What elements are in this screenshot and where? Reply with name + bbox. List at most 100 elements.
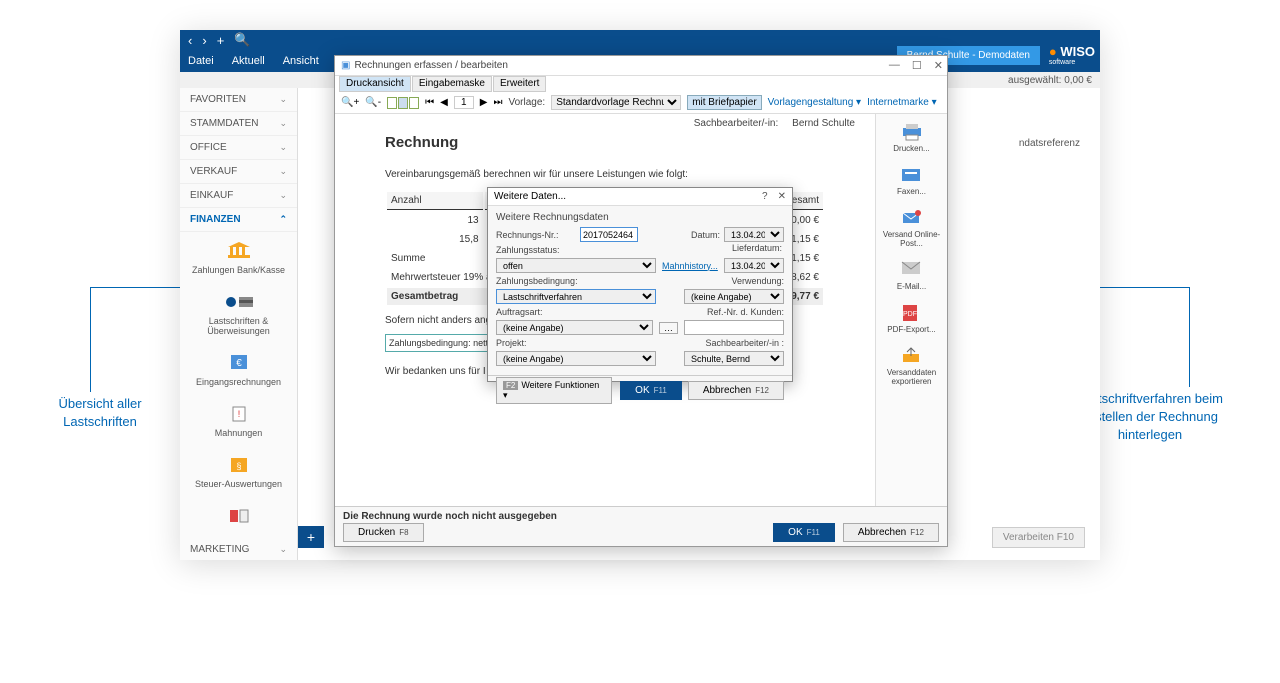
dialog2-title-bar: Weitere Daten... ?✕ [488,188,792,206]
last-page-icon[interactable]: ⏭ [493,97,502,108]
mahnhistory-link[interactable]: Mahnhistory... [662,261,718,271]
internetmarke-link[interactable]: Internetmarke ▾ [867,97,937,108]
page-layout-2-icon[interactable] [398,97,408,109]
sidebar-item-zahlungen[interactable]: Zahlungen Bank/Kasse [180,232,297,283]
datum-select[interactable]: 13.04.2018 [724,227,784,242]
action-email[interactable]: E-Mail... [878,260,945,291]
help-icon[interactable]: ? [762,191,768,202]
fax-icon [900,165,924,185]
menu-datei[interactable]: Datei [188,55,214,67]
sidebar-group-stammdaten[interactable]: STAMMDATEN⌄ [180,112,297,136]
sidebar: FAVORITEN⌄ STAMMDATEN⌄ OFFICE⌄ VERKAUF⌄ … [180,88,298,560]
verwendung-select[interactable]: (keine Angabe) [684,289,784,304]
page-layout-3-icon[interactable] [409,97,419,109]
zoom-in-icon[interactable]: 🔍+ [341,97,359,108]
vorlage-select[interactable]: Standardvorlage Rechnung [551,95,681,110]
svg-text:!: ! [237,409,240,419]
page-layout-1-icon[interactable] [387,97,397,109]
bank-icon [225,240,253,262]
pdf-icon: PDF [900,303,924,323]
add-button[interactable]: + [298,526,324,548]
invoice-in-icon: € [225,352,253,374]
projekt-select[interactable]: (keine Angabe) [496,351,656,366]
tab-erweitert[interactable]: Erweitert [493,76,546,92]
zahlungsstatus-label: Zahlungsstatus: [496,245,574,255]
sidebar-group-office[interactable]: OFFICE⌄ [180,136,297,160]
sidebar-item-lastschriften[interactable]: Lastschriften & Überweisungen [180,283,297,344]
dialog-footer: Die Rechnung wurde noch nicht ausgegeben… [335,506,947,546]
dialog-title-bar: ▣ Rechnungen erfassen / bearbeiten —☐✕ [335,56,947,76]
reminder-icon: ! [225,403,253,425]
rechnungsnr-input[interactable] [580,227,638,242]
verarbeiten-button[interactable]: Verarbeiten F10 [992,527,1085,548]
transfer-icon [225,291,253,313]
prev-page-icon[interactable]: ◀ [440,97,448,108]
add-icon[interactable]: + [217,33,225,48]
ellipsis-button[interactable]: … [659,322,678,334]
sidebar-item-more[interactable] [180,497,297,538]
dialog2-abbrechen-button[interactable]: AbbrechenF12 [688,381,784,400]
chevron-down-icon: ⌄ [279,166,287,177]
minimize-icon[interactable]: — [889,59,900,72]
sidebar-group-marketing[interactable]: MARKETING⌄ [180,538,297,560]
lieferdatum-select[interactable]: 13.04.2018 [724,258,784,273]
refnr-input[interactable] [684,320,784,335]
maximize-icon[interactable]: ☐ [912,59,922,72]
app-icon: ▣ [341,60,350,71]
dialog-tabs: Druckansicht Eingabemaske Erweitert [335,76,947,92]
export-icon [900,346,924,366]
dialog2-ok-button[interactable]: OKF11 [620,381,682,400]
briefpapier-toggle[interactable]: mit Briefpapier [687,95,761,110]
ok-button[interactable]: OKF11 [773,523,835,542]
chevron-down-icon: ⌄ [279,544,287,555]
zoom-out-icon[interactable]: 🔍- [365,97,381,108]
menu-ansicht[interactable]: Ansicht [283,55,319,67]
nav-back-icon[interactable]: ‹ [188,33,192,48]
weitere-funktionen-button[interactable]: F2Weitere Funktionen ▾ [496,377,612,404]
menu-aktuell[interactable]: Aktuell [232,55,265,67]
sidebar-item-eingangsrechnungen[interactable]: €Eingangsrechnungen [180,344,297,395]
chevron-down-icon: ⌄ [279,142,287,153]
zahlungsstatus-select[interactable]: offen [496,258,656,273]
sachbearbeiter-select[interactable]: Schulte, Bernd [684,351,784,366]
action-drucken[interactable]: Drucken... [878,122,945,153]
book-icon [225,505,253,527]
action-faxen[interactable]: Faxen... [878,165,945,196]
action-pdf[interactable]: PDFPDF-Export... [878,303,945,334]
action-versand-post[interactable]: Versand Online-Post... [878,208,945,248]
sidebar-group-favoriten[interactable]: FAVORITEN⌄ [180,88,297,112]
lieferdatum-label: Lieferdatum: [732,243,782,253]
sidebar-group-einkauf[interactable]: EINKAUF⌄ [180,184,297,208]
search-icon[interactable]: 🔍 [234,32,250,48]
nav-forward-icon[interactable]: › [202,33,206,48]
sidebar-item-steuer[interactable]: §Steuer-Auswertungen [180,446,297,497]
tab-eingabemaske[interactable]: Eingabemaske [412,76,492,92]
actions-sidebar: Drucken... Faxen... Versand Online-Post.… [875,114,947,506]
close-icon[interactable]: ✕ [934,59,943,72]
chevron-up-icon: ⌃ [279,214,287,225]
abbrechen-button[interactable]: AbbrechenF12 [843,523,939,542]
section-label: Weitere Rechnungsdaten [496,212,784,223]
svg-text:PDF: PDF [903,311,917,318]
dialog-toolbar: 🔍+ 🔍- ⏮ ◀ ▶ ⏭ Vorlage: Standardvorlage R… [335,92,947,114]
auftragsart-select[interactable]: (keine Angabe) [496,320,653,335]
sidebar-group-verkauf[interactable]: VERKAUF⌄ [180,160,297,184]
tax-icon: § [225,454,253,476]
zahlungsbedingung-select[interactable]: Lastschriftverfahren [496,289,656,304]
dialog2-footer: F2Weitere Funktionen ▾ OKF11 AbbrechenF1… [488,375,792,405]
post-icon [900,208,924,228]
first-page-icon[interactable]: ⏮ [425,97,434,108]
close-icon[interactable]: ✕ [778,191,786,202]
drucken-button[interactable]: DruckenF8 [343,523,424,542]
action-versanddaten[interactable]: Versanddaten exportieren [878,346,945,386]
sidebar-group-finanzen[interactable]: FINANZEN⌃ [180,208,297,232]
footer-status: Die Rechnung wurde noch nicht ausgegeben [343,511,939,522]
tab-druckansicht[interactable]: Druckansicht [339,76,411,92]
more-data-dialog: Weitere Daten... ?✕ Weitere Rechnungsdat… [487,187,793,382]
next-page-icon[interactable]: ▶ [480,97,488,108]
vorlagengestaltung-link[interactable]: Vorlagengestaltung ▾ [768,97,861,108]
column-header: ndatsreferenz [1019,138,1080,149]
sidebar-item-mahnungen[interactable]: !Mahnungen [180,395,297,446]
chevron-down-icon: ⌄ [279,94,287,105]
page-input[interactable] [454,96,474,109]
